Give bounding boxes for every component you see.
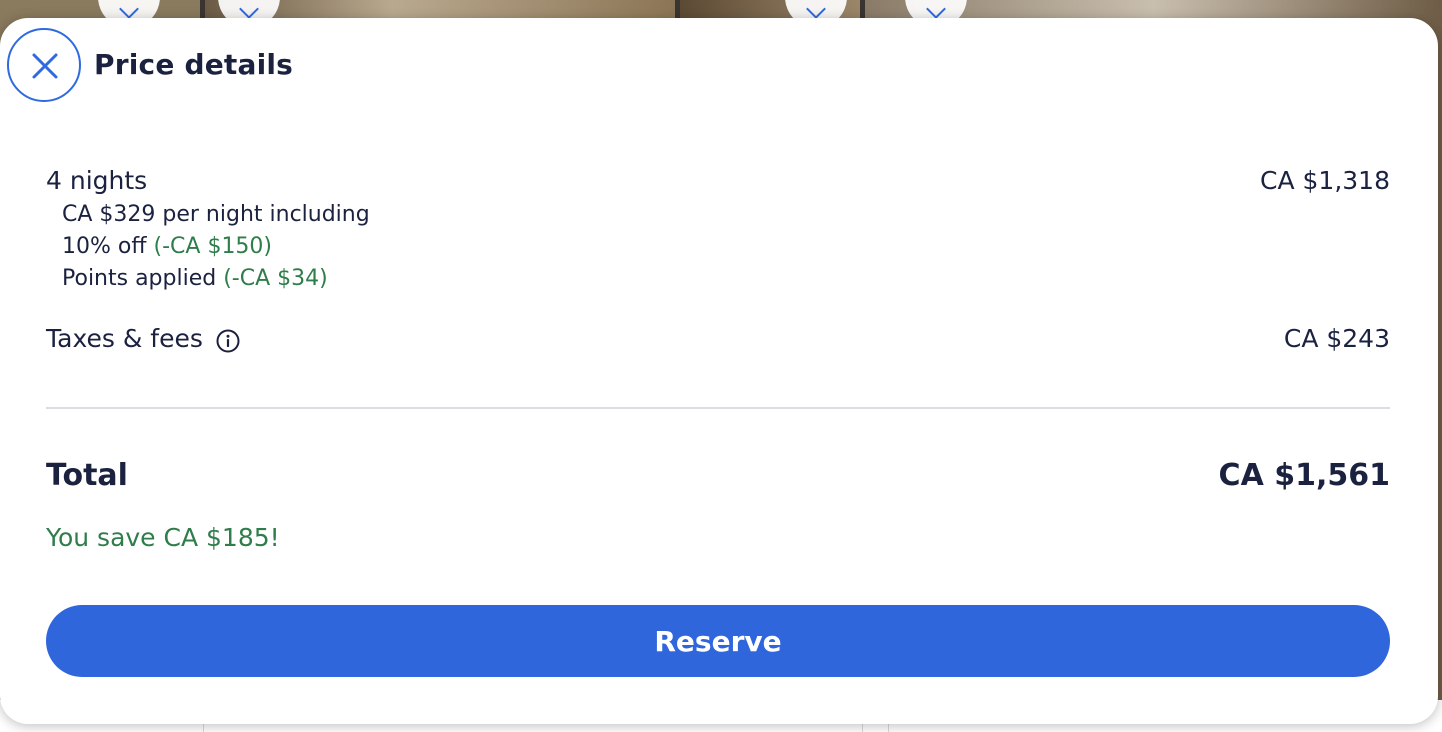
reserve-button[interactable]: Reserve [46,605,1390,677]
points-line: Points applied (-CA $34) [62,266,328,291]
points-value: (-CA $34) [223,266,328,291]
discount-label: 10% off [62,234,147,259]
nights-row: 4 nights CA $1,318 [46,166,1390,195]
per-night-rate: CA $329 per night including [62,202,370,227]
nights-label: 4 nights [46,166,148,195]
discount-line: 10% off (-CA $150) [62,234,272,259]
taxes-row: Taxes & fees CA $243 [46,324,1390,355]
points-label: Points applied [62,266,217,291]
divider [46,407,1390,409]
close-icon [32,53,58,79]
total-amount: CA $1,561 [1218,458,1390,493]
dialog-title: Price details [94,48,294,81]
taxes-amount: CA $243 [1283,324,1390,353]
dialog-header: Price details [0,18,1438,118]
price-details-dialog: Price details 4 nights CA $1,318 CA $329… [0,18,1438,724]
info-icon[interactable] [216,329,240,353]
savings-text: You save CA $185! [46,523,280,552]
nights-amount: CA $1,318 [1260,166,1390,195]
close-button[interactable] [7,28,81,102]
discount-value: (-CA $150) [153,234,273,259]
taxes-label: Taxes & fees [46,324,203,353]
total-label: Total [46,458,128,493]
